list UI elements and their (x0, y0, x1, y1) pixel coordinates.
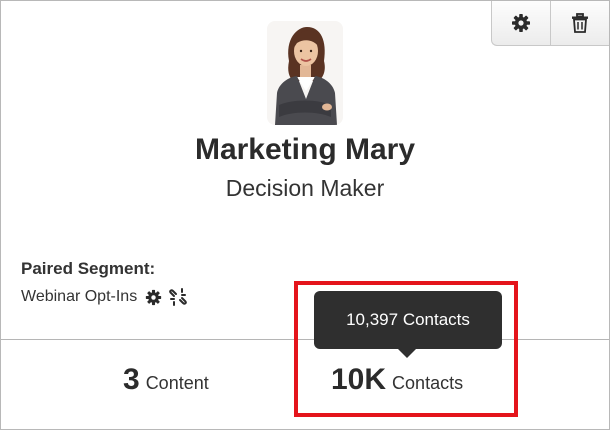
paired-segment: Webinar Opt-Ins (21, 288, 188, 306)
content-count: 3 (123, 363, 140, 396)
persona-card: Marketing Mary Decision Maker Paired Seg… (0, 0, 610, 430)
paired-segment-heading: Paired Segment: (21, 259, 156, 278)
delete-button[interactable] (550, 1, 609, 45)
segment-name[interactable]: Webinar Opt-Ins (21, 288, 137, 306)
contacts-tooltip: 10,397 Contacts (314, 291, 502, 349)
gear-icon[interactable] (145, 289, 162, 306)
persona-avatar (267, 21, 343, 125)
stats-divider (1, 339, 609, 340)
persona-name: Marketing Mary (194, 133, 416, 166)
content-label: Content (145, 373, 209, 393)
persona-role: Decision Maker (225, 175, 385, 201)
trash-icon (571, 13, 589, 33)
contacts-stat[interactable]: 10K Contacts (331, 363, 463, 397)
card-toolbar (491, 1, 609, 46)
tooltip-arrow (398, 349, 416, 358)
unlink-icon[interactable] (168, 288, 188, 306)
contacts-count: 10K (331, 363, 387, 396)
gear-icon (511, 13, 531, 33)
contacts-label: Contacts (392, 373, 464, 393)
settings-button[interactable] (492, 1, 550, 45)
content-stat[interactable]: 3 Content (123, 363, 209, 397)
